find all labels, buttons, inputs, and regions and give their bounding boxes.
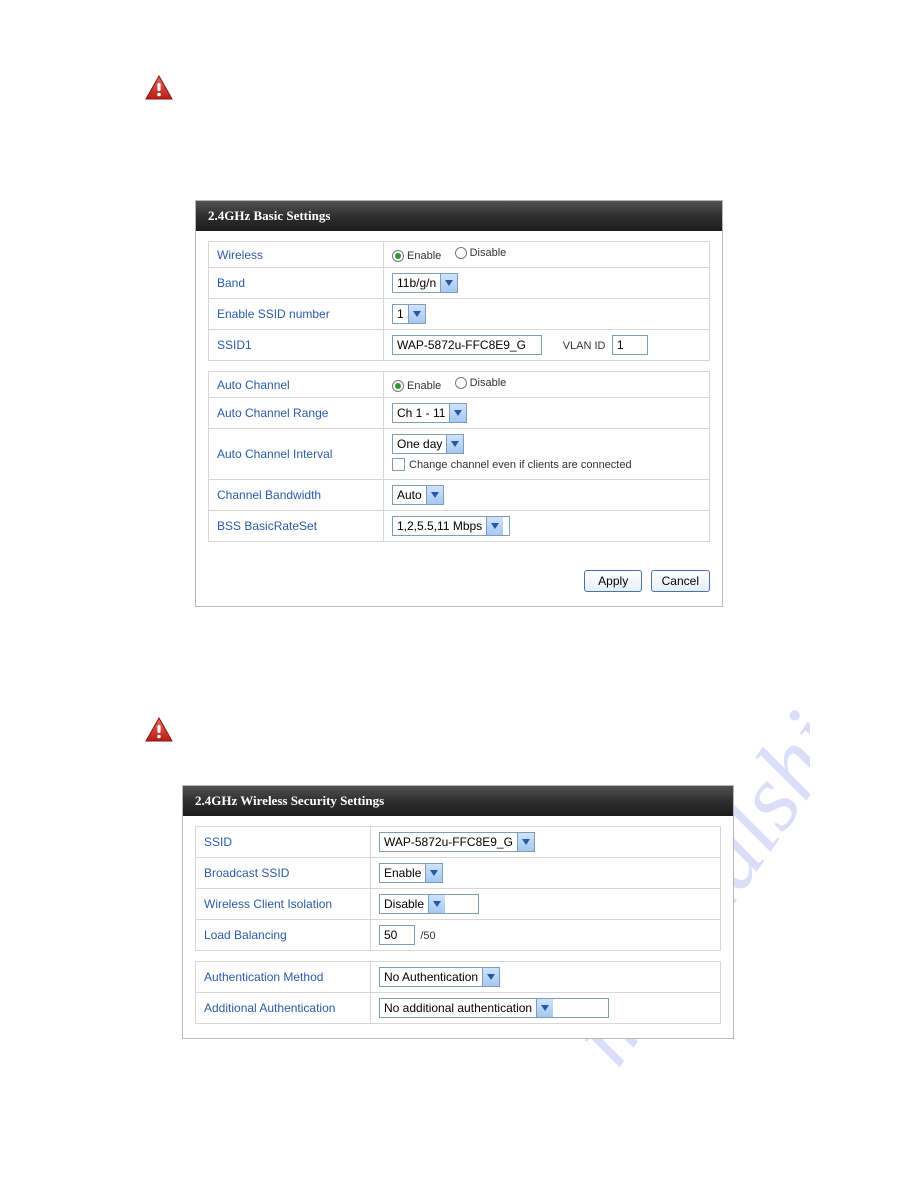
row-channel-bandwidth: Channel Bandwidth Auto bbox=[209, 480, 710, 511]
apply-button[interactable]: Apply bbox=[584, 570, 642, 592]
chevron-down-icon bbox=[486, 517, 503, 535]
bss-basic-rate-set-label: BSS BasicRateSet bbox=[209, 511, 384, 542]
ssid-label: SSID bbox=[196, 827, 371, 858]
load-balancing-input[interactable]: 50 bbox=[379, 925, 415, 945]
radio-icon bbox=[455, 247, 467, 259]
radio-icon bbox=[392, 380, 404, 392]
channel-bandwidth-select[interactable]: Auto bbox=[392, 485, 444, 505]
auto-channel-enable-radio[interactable]: Enable bbox=[392, 380, 441, 392]
additional-authentication-label: Additional Authentication bbox=[196, 993, 371, 1024]
wireless-enable-radio[interactable]: Enable bbox=[392, 250, 441, 262]
chevron-down-icon bbox=[408, 305, 425, 323]
warning-icon bbox=[145, 717, 173, 743]
auto-channel-interval-label: Auto Channel Interval bbox=[209, 429, 384, 480]
auto-channel-disable-radio[interactable]: Disable bbox=[455, 377, 507, 389]
chevron-down-icon bbox=[449, 404, 466, 422]
auto-channel-label: Auto Channel bbox=[209, 372, 384, 398]
row-authentication-method: Authentication Method No Authentication bbox=[196, 962, 721, 993]
ssid-select[interactable]: WAP-5872u-FFC8E9_G bbox=[379, 832, 535, 852]
row-load-balancing: Load Balancing 50 /50 bbox=[196, 920, 721, 951]
authentication-method-label: Authentication Method bbox=[196, 962, 371, 993]
radio-icon bbox=[392, 250, 404, 262]
wireless-client-isolation-label: Wireless Client Isolation bbox=[196, 889, 371, 920]
panel-title: 2.4GHz Wireless Security Settings bbox=[183, 786, 733, 816]
row-auto-channel: Auto Channel Enable Disable bbox=[209, 372, 710, 398]
wireless-security-panel: 2.4GHz Wireless Security Settings SSID W… bbox=[182, 785, 734, 1039]
wireless-label: Wireless bbox=[209, 242, 384, 268]
row-wireless-client-isolation: Wireless Client Isolation Disable bbox=[196, 889, 721, 920]
broadcast-ssid-label: Broadcast SSID bbox=[196, 858, 371, 889]
cancel-button[interactable]: Cancel bbox=[651, 570, 710, 592]
row-auto-channel-range: Auto Channel Range Ch 1 - 11 bbox=[209, 398, 710, 429]
authentication-method-select[interactable]: No Authentication bbox=[379, 967, 500, 987]
band-select[interactable]: 11b/g/n bbox=[392, 273, 458, 293]
wireless-disable-radio[interactable]: Disable bbox=[455, 247, 507, 259]
load-balancing-suffix: /50 bbox=[420, 930, 435, 942]
row-ssid1: SSID1 WAP-5872u-FFC8E9_G VLAN ID 1 bbox=[209, 330, 710, 361]
auto-channel-range-select[interactable]: Ch 1 - 11 bbox=[392, 403, 467, 423]
chevron-down-icon bbox=[426, 486, 443, 504]
change-channel-checkbox[interactable]: Change channel even if clients are conne… bbox=[392, 458, 632, 471]
chevron-down-icon bbox=[440, 274, 457, 292]
wireless-client-isolation-select[interactable]: Disable bbox=[379, 894, 479, 914]
load-balancing-label: Load Balancing bbox=[196, 920, 371, 951]
enable-ssid-number-select[interactable]: 1 bbox=[392, 304, 426, 324]
row-ssid: SSID WAP-5872u-FFC8E9_G bbox=[196, 827, 721, 858]
auto-channel-range-label: Auto Channel Range bbox=[209, 398, 384, 429]
security-settings-table-2: Authentication Method No Authentication … bbox=[195, 961, 721, 1024]
vlan-id-input[interactable]: 1 bbox=[612, 335, 648, 355]
basic-settings-panel: 2.4GHz Basic Settings Wireless Enable Di… bbox=[195, 200, 723, 607]
vlan-id-label: VLAN ID bbox=[563, 340, 606, 352]
radio-icon bbox=[455, 377, 467, 389]
button-row: Apply Cancel bbox=[196, 552, 722, 606]
bss-basic-rate-set-select[interactable]: 1,2,5.5,11 Mbps bbox=[392, 516, 510, 536]
channel-bandwidth-label: Channel Bandwidth bbox=[209, 480, 384, 511]
broadcast-ssid-select[interactable]: Enable bbox=[379, 863, 443, 883]
band-label: Band bbox=[209, 268, 384, 299]
ssid1-input[interactable]: WAP-5872u-FFC8E9_G bbox=[392, 335, 542, 355]
ssid1-label: SSID1 bbox=[209, 330, 384, 361]
basic-settings-table-1: Wireless Enable Disable Band 11b/g/n Ena… bbox=[208, 241, 710, 361]
row-auto-channel-interval: Auto Channel Interval One day Change cha… bbox=[209, 429, 710, 480]
panel-title: 2.4GHz Basic Settings bbox=[196, 201, 722, 231]
basic-settings-table-2: Auto Channel Enable Disable Auto Channel… bbox=[208, 371, 710, 542]
row-bss-basic-rate-set: BSS BasicRateSet 1,2,5.5,11 Mbps bbox=[209, 511, 710, 542]
auto-channel-interval-select[interactable]: One day bbox=[392, 434, 464, 454]
chevron-down-icon bbox=[428, 895, 445, 913]
checkbox-icon bbox=[392, 458, 405, 471]
chevron-down-icon bbox=[536, 999, 553, 1017]
row-wireless: Wireless Enable Disable bbox=[209, 242, 710, 268]
enable-ssid-number-label: Enable SSID number bbox=[209, 299, 384, 330]
chevron-down-icon bbox=[517, 833, 534, 851]
row-band: Band 11b/g/n bbox=[209, 268, 710, 299]
row-broadcast-ssid: Broadcast SSID Enable bbox=[196, 858, 721, 889]
chevron-down-icon bbox=[446, 435, 463, 453]
chevron-down-icon bbox=[482, 968, 499, 986]
additional-authentication-select[interactable]: No additional authentication bbox=[379, 998, 609, 1018]
warning-icon bbox=[145, 75, 173, 101]
chevron-down-icon bbox=[425, 864, 442, 882]
row-additional-authentication: Additional Authentication No additional … bbox=[196, 993, 721, 1024]
security-settings-table-1: SSID WAP-5872u-FFC8E9_G Broadcast SSID E… bbox=[195, 826, 721, 951]
row-enable-ssid-number: Enable SSID number 1 bbox=[209, 299, 710, 330]
